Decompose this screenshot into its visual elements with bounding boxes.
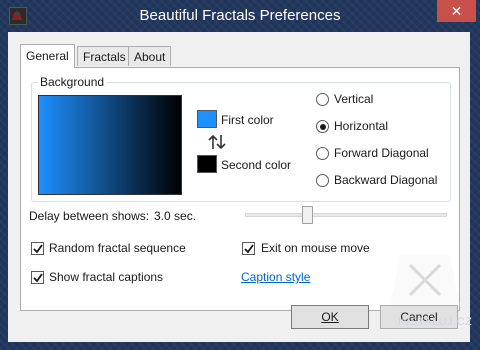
orientation-radio-backward-diagonal[interactable] <box>316 174 329 187</box>
delay-label: Delay between shows: <box>29 209 150 223</box>
orientation-radio-vertical[interactable] <box>316 93 329 106</box>
tab-about[interactable]: About <box>128 46 172 66</box>
exit-on-mouse-checkbox[interactable] <box>242 242 255 255</box>
watermark-logo <box>380 245 470 317</box>
orientation-label-forward-diagonal: Forward Diagonal <box>334 146 429 160</box>
tab-general[interactable]: General <box>20 44 75 68</box>
ok-button[interactable]: OK <box>291 305 369 329</box>
background-group: Background First color Second color Vert… <box>31 75 451 202</box>
orientation-label-horizontal: Horizontal <box>334 119 389 133</box>
window-frame: Beautiful Fractals Preferences ✕ General… <box>0 0 480 350</box>
orientation-radio-horizontal[interactable] <box>316 120 329 133</box>
second-color-swatch[interactable] <box>197 155 217 173</box>
orientation-radio-forward-diagonal[interactable] <box>316 147 329 160</box>
first-color-label: First color <box>221 113 274 127</box>
orientation-label-backward-diagonal: Backward Diagonal <box>334 173 438 187</box>
random-sequence-checkbox[interactable] <box>31 242 44 255</box>
delay-value: 3.0 sec. <box>154 209 197 223</box>
title-bar[interactable]: Beautiful Fractals Preferences ✕ <box>0 0 480 32</box>
swap-colors-icon[interactable] <box>207 133 227 151</box>
ok-button-label: OK <box>321 310 339 324</box>
show-captions-checkbox[interactable] <box>31 271 44 284</box>
orientation-label-vertical: Vertical <box>334 92 374 106</box>
first-color-swatch[interactable] <box>197 110 217 128</box>
watermark-text: INSTALUJ.CZ <box>398 316 473 328</box>
show-captions-label: Show fractal captions <box>49 270 164 284</box>
gradient-preview <box>38 95 182 195</box>
background-group-label: Background <box>38 75 107 89</box>
tab-fractals[interactable]: Fractals <box>77 46 132 66</box>
delay-slider-thumb[interactable] <box>302 206 314 224</box>
window-title: Beautiful Fractals Preferences <box>139 7 341 24</box>
delay-slider-track[interactable] <box>245 213 447 217</box>
close-button[interactable]: ✕ <box>437 0 476 22</box>
random-sequence-label: Random fractal sequence <box>49 241 186 255</box>
exit-on-mouse-label: Exit on mouse move <box>261 241 370 255</box>
second-color-label: Second color <box>221 158 292 172</box>
caption-style-link[interactable]: Caption style <box>241 270 310 284</box>
